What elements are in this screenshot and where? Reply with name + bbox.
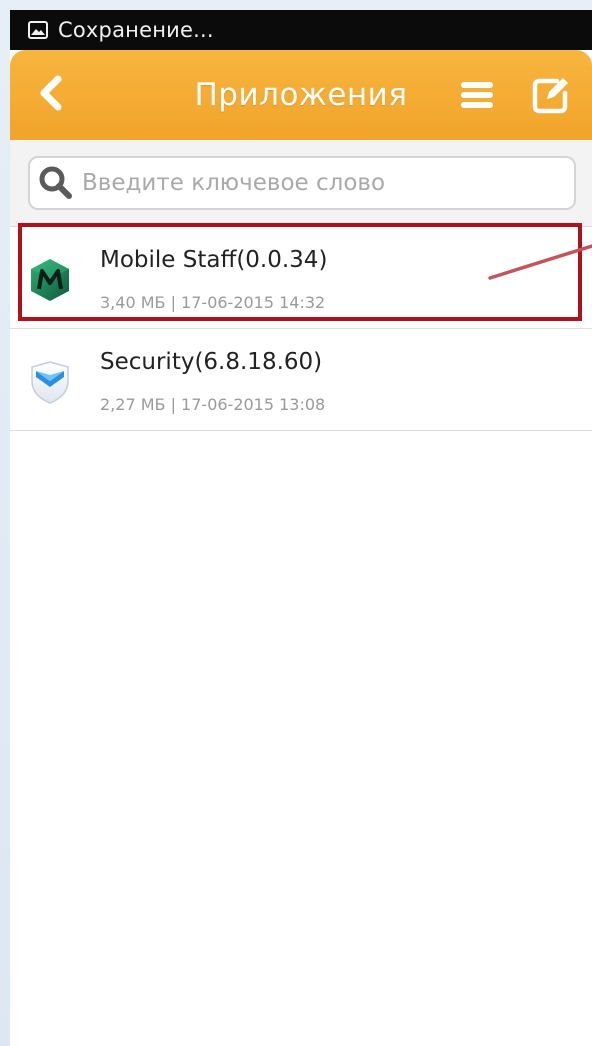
app-list-item-mobile-staff[interactable]: Mobile Staff(0.0.34) 3,40 МБ | 17-06-201… bbox=[10, 227, 592, 329]
app-meta: 2,27 МБ | 17-06-2015 13:08 bbox=[100, 395, 326, 414]
app-name: Mobile Staff(0.0.34) bbox=[100, 247, 328, 273]
search-icon bbox=[38, 165, 74, 201]
search-input[interactable] bbox=[82, 170, 542, 196]
mobile-staff-icon bbox=[28, 257, 72, 303]
app-list: Mobile Staff(0.0.34) 3,40 МБ | 17-06-201… bbox=[10, 227, 592, 431]
menu-button[interactable] bbox=[452, 72, 502, 122]
page-title: Приложения bbox=[194, 77, 408, 113]
edit-icon bbox=[531, 75, 571, 119]
status-text: Сохранение... bbox=[58, 18, 214, 42]
search-box[interactable] bbox=[28, 156, 576, 210]
image-icon bbox=[28, 21, 48, 39]
app-bar: Приложения bbox=[10, 50, 592, 140]
app-list-item-security[interactable]: Security(6.8.18.60) 2,27 МБ | 17-06-2015… bbox=[10, 329, 592, 431]
edit-button[interactable] bbox=[526, 72, 576, 122]
back-button[interactable] bbox=[26, 70, 76, 120]
app-meta: 3,40 МБ | 17-06-2015 14:32 bbox=[100, 293, 326, 312]
menu-icon bbox=[459, 79, 495, 115]
status-bar: Сохранение... bbox=[10, 10, 592, 50]
phone-screen: Сохранение... Приложения Введите ключево… bbox=[10, 10, 592, 1046]
security-shield-icon bbox=[28, 359, 72, 405]
chevron-left-icon bbox=[36, 73, 66, 117]
app-name: Security(6.8.18.60) bbox=[100, 349, 323, 375]
search-bar bbox=[10, 140, 592, 227]
